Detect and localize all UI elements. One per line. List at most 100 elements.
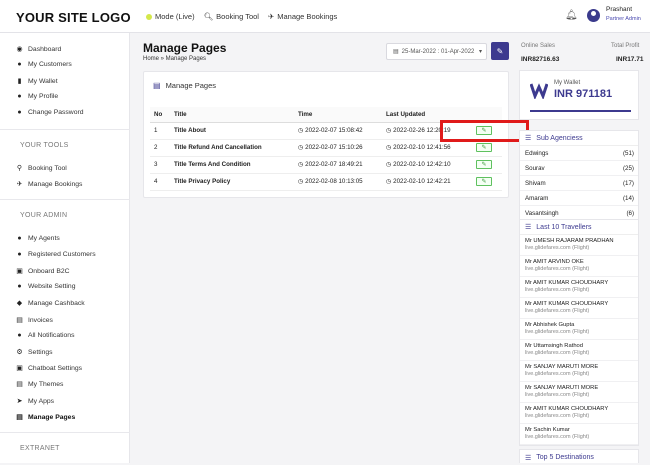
lock-icon: ● [17,109,22,116]
wallet-logo-icon [530,83,548,99]
list-item[interactable]: Sourav (25) [520,161,638,176]
column-header-time: Time [294,107,382,123]
wallet-value: INR 971181 [554,88,613,100]
list-item[interactable]: Mr Sachin Kumar live.glidefares.com (Flig… [520,424,638,445]
wallet-card[interactable]: My Wallet INR 971181 [519,70,639,120]
sidebar-item-booking-tool[interactable]: ⚲ Booking Tool [16,164,67,173]
pencil-icon: ✎ [481,162,487,168]
profile-icon: ● [17,93,22,100]
rocket-icon: ➤ [16,398,23,405]
list-item[interactable]: Mr AMIT ARVIND OKE live.glidefares.com (F… [520,256,638,277]
card-title: ▤ Manage Pages [153,81,216,90]
sidebar-item-label: All Notifications [28,332,75,339]
list-item[interactable]: Shivam (17) [520,176,638,191]
mode-live-toggle[interactable]: Mode (Live) [146,12,195,21]
agents-icon: ● [17,235,22,242]
cell-no: 3 [150,156,170,174]
edit-page-button[interactable]: ✎ [476,143,492,152]
sidebar-item-label: My Apps [28,397,55,405]
sidebar-item-change-password[interactable]: ● Change Password [16,109,84,116]
sidebar-item-my-apps[interactable]: ➤ My Apps [16,397,55,406]
sidebar-item-my-profile[interactable]: ● My Profile [16,93,58,100]
sidebar-item-manage-bookings[interactable]: ✈︎ Manage Bookings [16,180,83,189]
onboard-icon: ▣ [16,268,23,275]
list-item[interactable]: Mr AMIT KUMAR CHOUDHARY live.glidefares.c… [520,277,638,298]
card-title-label: Manage Pages [165,81,217,90]
site-logo[interactable]: YOUR SITE LOGO [16,10,131,25]
cell-action: ✎ [472,156,502,174]
list-icon: ☰ [525,135,532,142]
sidebar-item-invoices[interactable]: ▤ Invoices [16,316,53,325]
edit-page-button[interactable]: ✎ [476,177,492,186]
list-item[interactable]: Mr Uttamsingh Rathod live.glidefares.com … [520,340,638,361]
sidebar-item-label: Manage Cashback [28,299,85,307]
booking-tool-link[interactable]: 🔍︎ Booking Tool [204,12,259,21]
users-icon: ● [17,61,22,68]
sidebar-item-label: Invoices [28,316,53,324]
sidebar-item-onboard-b2c[interactable]: ▣ Onboard B2C [16,267,70,276]
section-heading-extranet: EXTRANET [20,445,60,452]
dashboard-icon: ◉ [16,46,23,53]
online-sales-value: INR82716.63 [521,56,560,63]
page-title: Manage Pages [143,41,227,55]
sidebar-item-my-customers[interactable]: ● My Customers [16,61,72,68]
top-bar: YOUR SITE LOGO Mode (Live) 🔍︎ Booking To… [0,0,650,33]
live-dot-icon [146,13,152,20]
sidebar-item-dashboard[interactable]: ◉ Dashboard [16,45,61,54]
sidebar-item-label: My Customers [28,61,72,68]
list-item[interactable]: Mr UMESH RAJARAM PRADHAN live.glidefares.… [520,235,638,256]
divider [0,432,130,433]
pencil-icon: ✎ [496,46,504,56]
globe-icon: ● [17,283,22,290]
top-nav: Mode (Live) 🔍︎ Booking Tool ✈︎ Manage Bo… [146,12,337,21]
chevron-down-icon: ▾ [478,49,482,55]
sidebar-item-manage-cashback[interactable]: ◆ Manage Cashback [16,299,85,308]
list-item[interactable]: Edwings (51) [520,146,638,161]
list-item[interactable]: Mr AMIT KUMAR CHOUDHARY live.glidefares.c… [520,403,638,424]
sidebar-item-settings[interactable]: ⚙︎ Settings [16,348,53,357]
section-heading-admin: YOUR ADMIN [20,212,68,219]
cell-title: Title Privacy Policy [170,173,294,191]
sidebar-item-all-notifications[interactable]: ● All Notifications [16,332,74,339]
gear-icon: ⚙︎ [16,349,23,356]
breadcrumb[interactable]: Home » Manage Pages [143,56,206,62]
cell-last-updated: ◷ 2022-02-10 12:42:10 [382,156,472,174]
sidebar-item-manage-pages[interactable]: ▤ Manage Pages [16,413,76,422]
cell-no: 1 [150,122,170,140]
sidebar-item-label: Onboard B2C [28,267,70,275]
list-item[interactable]: Mr SANJAY MARUTI MORE live.glidefares.com… [520,361,638,382]
sidebar-item-label: Manage Pages [28,413,76,421]
cell-no: 2 [150,139,170,157]
calendar-icon: ▤ [393,49,399,55]
sidebar-item-chatboat-settings[interactable]: ▣ Chatboat Settings [16,364,82,373]
sidebar-item-label: Settings [28,348,53,356]
edit-page-button[interactable]: ✎ [476,160,492,169]
user-name[interactable]: Prashant [606,6,632,13]
sidebar-item-my-wallet[interactable]: ▮ My Wallet [16,77,58,86]
list-item[interactable]: Mr Abhishek Gupta live.glidefares.com (Fl… [520,319,638,340]
cell-title: Title About [170,122,294,140]
date-range-picker[interactable]: ▤ 25-Mar-2022 : 01-Apr-2022 ▾ [386,43,487,60]
avatar[interactable] [587,9,600,22]
panel-heading: ☰ Last 10 Travellers [520,220,638,235]
cell-no: 4 [150,173,170,191]
list-item[interactable]: Amaram (14) [520,191,638,206]
sidebar-item-my-agents[interactable]: ● My Agents [16,235,59,242]
wallet-label: My Wallet [554,80,581,86]
edit-button[interactable]: ✎ [491,42,509,60]
list-item[interactable]: Mr AMIT KUMAR CHOUDHARY live.glidefares.c… [520,298,638,319]
sidebar-item-my-themes[interactable]: ▤ My Themes [16,380,63,389]
panel-heading: ☰ Sub Agenciess [520,131,638,146]
sidebar-item-label: Change Password [28,109,84,116]
highlight-box [440,120,529,142]
notification-bell-icon[interactable]: 🔔︎ [565,10,578,21]
manage-bookings-link[interactable]: ✈︎ Manage Bookings [268,12,337,21]
customers-icon: ● [17,251,22,258]
list-item[interactable]: Mr SANJAY MARUTI MORE live.glidefares.com… [520,382,638,403]
sidebar-item-label: Registered Customers [28,251,96,258]
sidebar-item-registered-customers[interactable]: ● Registered Customers [16,251,96,258]
cell-action: ✎ [472,173,502,191]
mode-live-label: Mode (Live) [155,12,195,21]
travellers-panel: ☰ Last 10 Travellers Mr UMESH RAJARAM PRA… [519,219,639,446]
sidebar-item-website-setting[interactable]: ● Website Setting [16,283,75,290]
